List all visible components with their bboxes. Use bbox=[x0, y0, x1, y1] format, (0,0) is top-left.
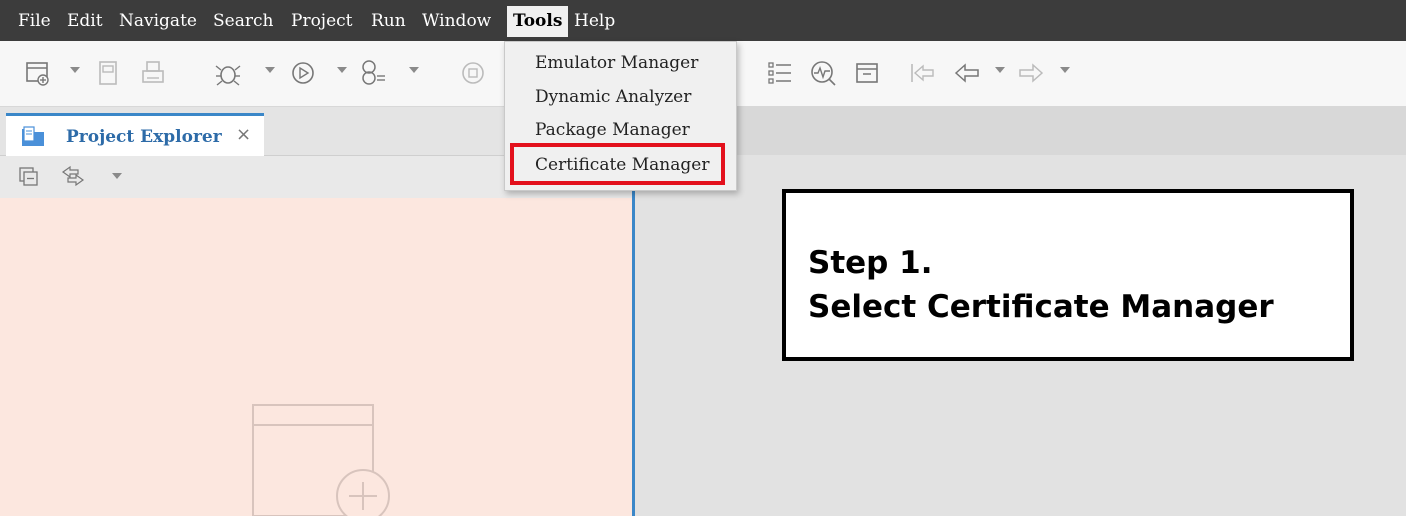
menu-item-dynamic-analyzer[interactable]: Dynamic Analyzer bbox=[535, 87, 691, 107]
menu-item-emulator-manager[interactable]: Emulator Manager bbox=[535, 53, 698, 73]
menu-edit[interactable]: Edit bbox=[61, 6, 109, 37]
analyzer-icon[interactable] bbox=[805, 55, 841, 91]
debug-bug-icon[interactable] bbox=[210, 55, 246, 91]
menu-item-package-manager[interactable]: Package Manager bbox=[535, 120, 690, 140]
run-config-icon[interactable] bbox=[355, 55, 391, 91]
step-callout-text: Step 1. Select Certificate Manager bbox=[808, 241, 1274, 329]
menu-navigate[interactable]: Navigate bbox=[113, 6, 203, 37]
run-dropdown-arrow-icon[interactable] bbox=[337, 67, 347, 73]
menu-run[interactable]: Run bbox=[365, 6, 412, 37]
menu-help[interactable]: Help bbox=[568, 6, 621, 37]
collapse-all-icon[interactable] bbox=[18, 166, 40, 188]
project-explorer-body bbox=[0, 198, 632, 516]
first-edit-location-icon bbox=[904, 55, 940, 91]
close-icon[interactable]: × bbox=[236, 124, 251, 145]
stop-icon bbox=[455, 55, 491, 91]
create-project-placeholder-icon[interactable] bbox=[248, 400, 393, 516]
back-arrow-icon[interactable] bbox=[949, 55, 985, 91]
menu-tools[interactable]: Tools bbox=[507, 6, 569, 37]
step-instruction: Select Certificate Manager bbox=[808, 289, 1274, 325]
menu-search[interactable]: Search bbox=[207, 6, 279, 37]
forward-arrow-icon bbox=[1013, 55, 1049, 91]
new-project-icon[interactable] bbox=[20, 55, 56, 91]
debug-dropdown-arrow-icon[interactable] bbox=[265, 67, 275, 73]
project-explorer-icon bbox=[22, 126, 44, 146]
run-config-dropdown-arrow-icon[interactable] bbox=[409, 67, 419, 73]
step-callout: Step 1. Select Certificate Manager bbox=[782, 189, 1354, 361]
archive-icon[interactable] bbox=[849, 55, 885, 91]
menu-bar: File Edit Navigate Search Project Run Wi… bbox=[0, 0, 1406, 41]
list-icon[interactable] bbox=[762, 55, 798, 91]
save-icon bbox=[90, 55, 126, 91]
link-with-editor-icon[interactable] bbox=[60, 164, 86, 188]
tab-project-explorer[interactable]: Project Explorer × bbox=[6, 113, 264, 156]
new-dropdown-arrow-icon[interactable] bbox=[70, 67, 80, 73]
print-icon bbox=[135, 55, 171, 91]
run-play-icon[interactable] bbox=[285, 55, 321, 91]
back-dropdown-arrow-icon[interactable] bbox=[995, 67, 1005, 73]
certificate-manager-highlight bbox=[510, 143, 725, 185]
view-menu-arrow-icon[interactable] bbox=[112, 173, 122, 179]
menu-project[interactable]: Project bbox=[285, 6, 358, 37]
project-explorer-label: Project Explorer bbox=[66, 127, 222, 147]
step-number: Step 1. bbox=[808, 245, 933, 281]
menu-file[interactable]: File bbox=[12, 6, 57, 37]
menu-window[interactable]: Window bbox=[416, 6, 497, 37]
editor-tabstrip bbox=[635, 107, 1406, 155]
forward-dropdown-arrow-icon bbox=[1060, 67, 1070, 73]
